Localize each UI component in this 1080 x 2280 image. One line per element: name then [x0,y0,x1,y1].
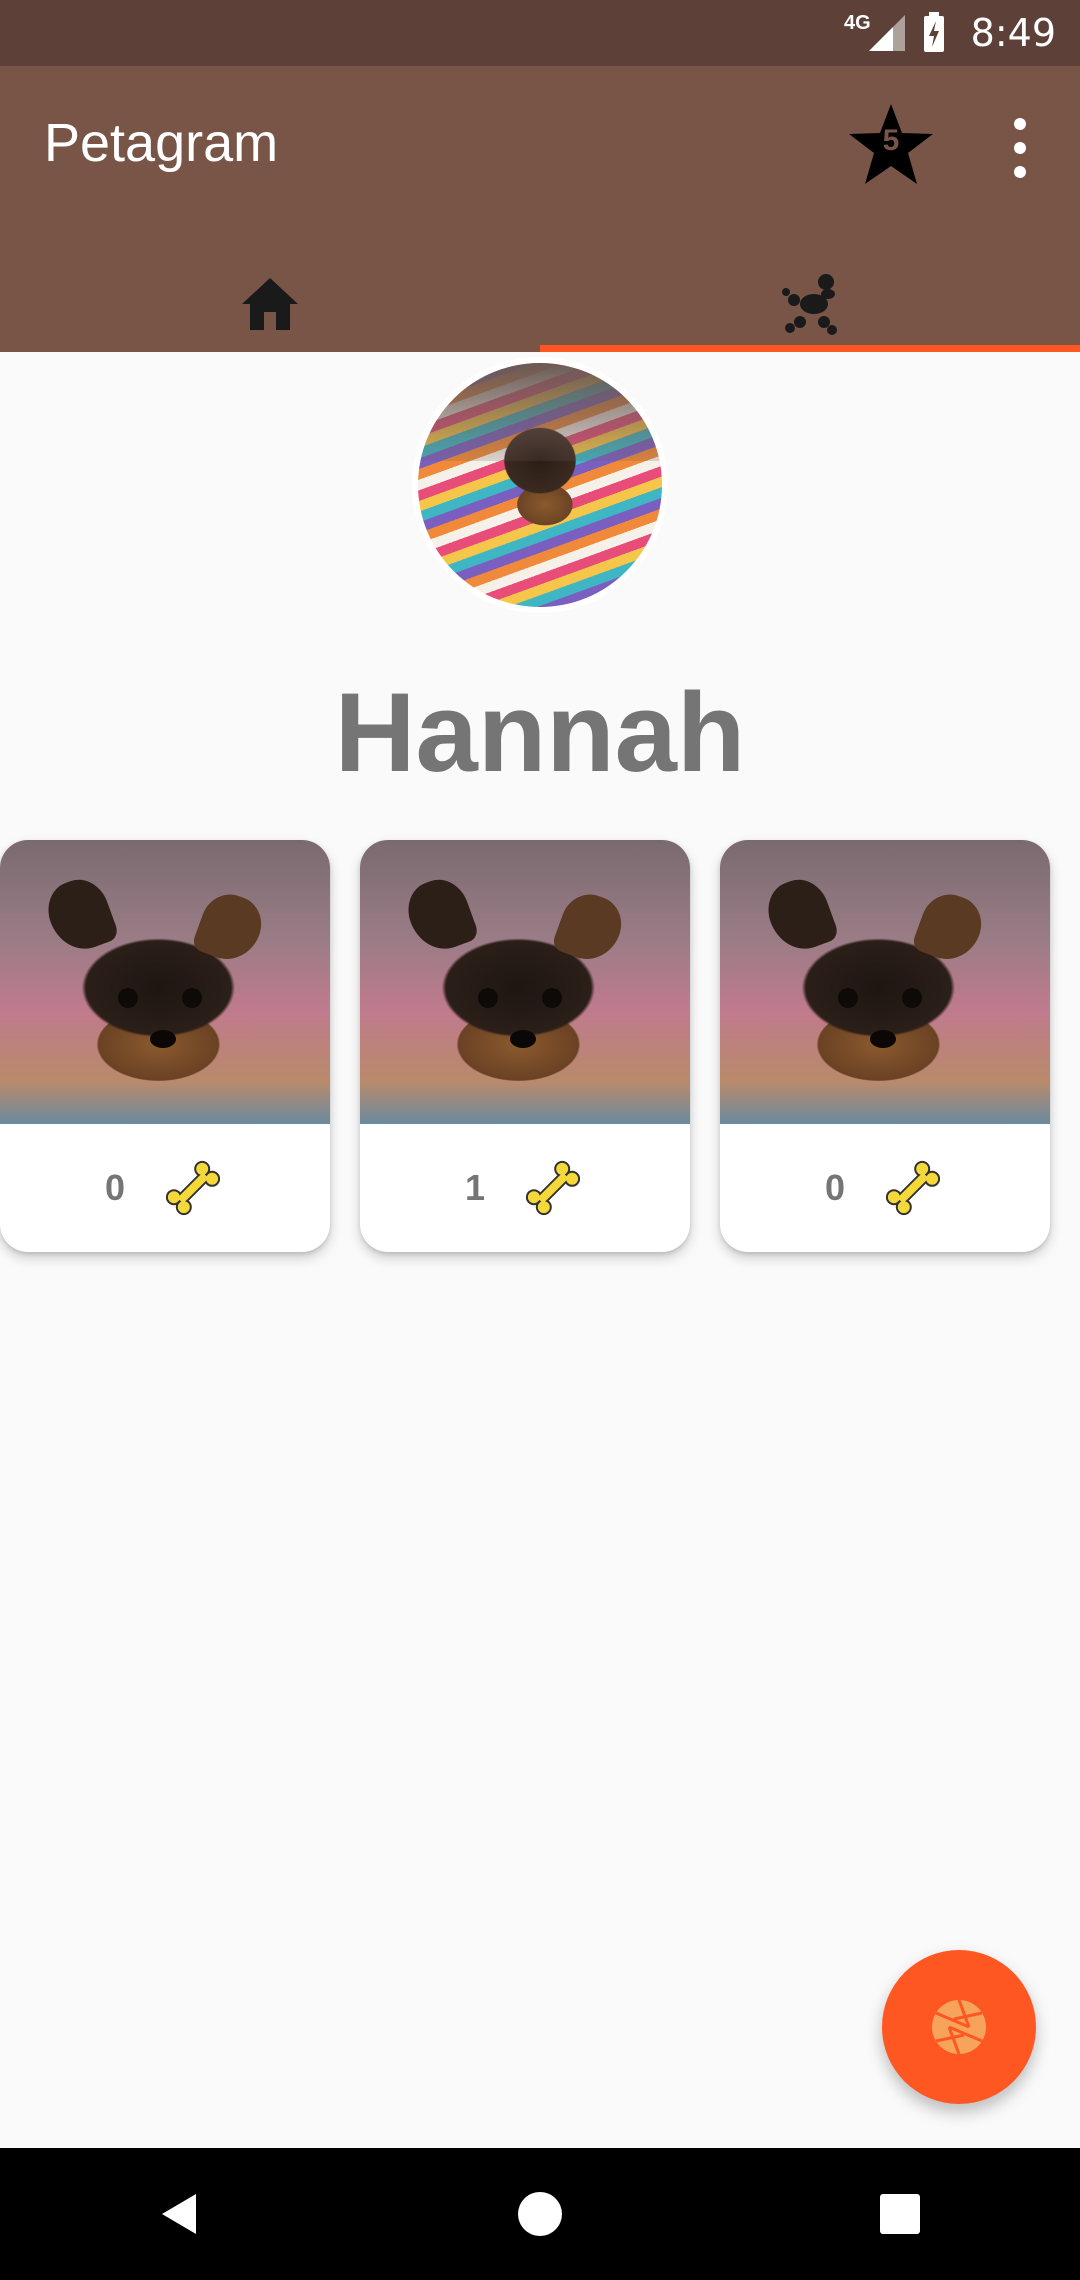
pet-card[interactable]: 1 [360,840,690,1252]
battery-charging-icon [923,12,944,52]
signal-icon [868,15,905,51]
recents-button[interactable] [840,2154,960,2274]
system-nav-bar [0,2148,1080,2280]
pet-card-footer: 1 [360,1124,690,1252]
network-type: 4G [843,11,871,34]
bone-icon[interactable] [161,1156,225,1220]
pet-card[interactable]: 0 [720,840,1050,1252]
like-count: 0 [824,1167,846,1208]
pet-photo [720,840,1050,1124]
pet-photo [0,840,330,1124]
tab-indicator [540,345,1080,352]
status-bar: 4G 8:49 [0,0,1080,66]
puppy-photo [418,363,662,607]
profile-name: Hannah [334,670,746,795]
recents-square-icon [880,2194,920,2234]
more-vert-icon [1014,118,1026,130]
clock: 8:49 [970,11,1056,55]
bone-icon[interactable] [881,1156,945,1220]
back-button[interactable] [120,2154,240,2274]
tab-home[interactable] [0,256,540,352]
camera-shutter-icon [932,1999,986,2055]
home-icon [242,278,298,330]
bone-icon[interactable] [521,1156,585,1220]
like-count: 0 [104,1167,126,1208]
favorites-button[interactable]: 5 [848,102,934,188]
pet-card-footer: 0 [720,1124,1050,1252]
pet-card-footer: 0 [0,1124,330,1252]
profile-avatar [412,357,668,613]
back-triangle-icon [162,2194,196,2234]
overflow-menu-button[interactable] [1000,118,1040,178]
pet-card[interactable]: 0 [0,840,330,1252]
favorites-count: 5 [882,124,900,157]
like-count: 1 [464,1167,486,1208]
home-button[interactable] [480,2154,600,2274]
home-circle-icon [518,2192,562,2236]
tab-bar [0,256,1080,352]
tab-profile[interactable] [540,256,1080,352]
poodle-icon [782,274,837,335]
pet-photo [360,840,690,1124]
camera-fab[interactable] [882,1950,1036,2104]
app-bar: Petagram 5 [0,66,1080,352]
app-title: Petagram [44,113,279,173]
